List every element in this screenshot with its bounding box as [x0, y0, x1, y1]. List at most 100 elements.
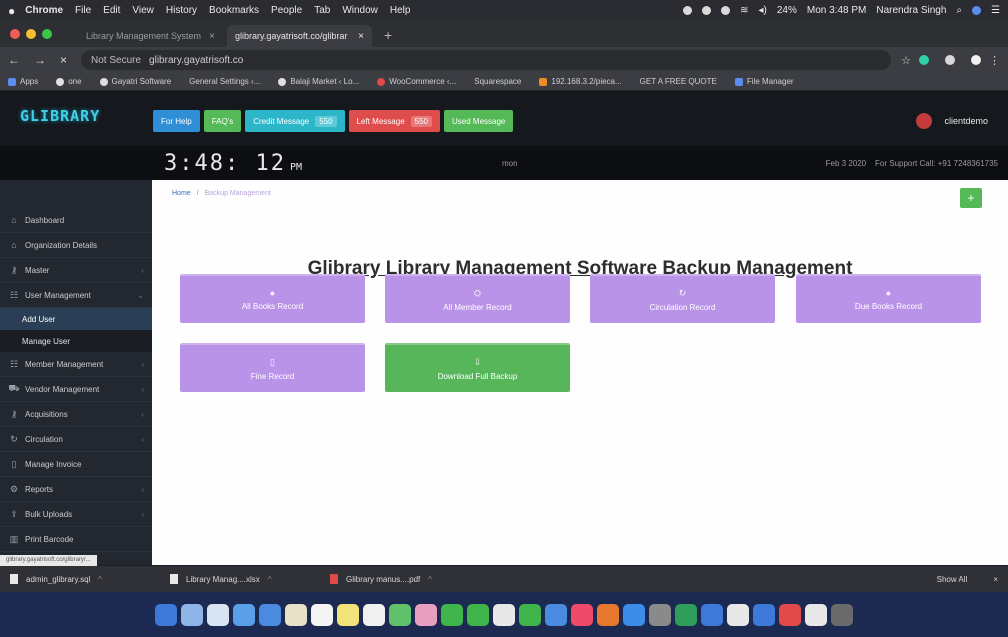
- trash-icon[interactable]: [831, 603, 853, 626]
- chevron-up-icon[interactable]: ^: [268, 575, 272, 584]
- siri-icon[interactable]: [181, 603, 203, 626]
- back-icon[interactable]: ←: [8, 53, 20, 67]
- menu-window[interactable]: Window: [342, 5, 378, 16]
- all-member-record-button[interactable]: ⛭ All Member Record: [385, 274, 570, 323]
- menu-tab[interactable]: Tab: [314, 5, 330, 16]
- contacts-icon[interactable]: [285, 603, 307, 626]
- siri-icon[interactable]: [972, 6, 982, 15]
- menu-edit[interactable]: Edit: [103, 5, 120, 16]
- sidebar-item-dashboard[interactable]: ⌂ Dashboard: [0, 208, 152, 233]
- forward-icon[interactable]: →: [34, 53, 46, 67]
- wifi-icon[interactable]: ≋: [740, 5, 748, 16]
- minimize-window-icon[interactable]: [26, 29, 36, 39]
- sidebar-item-bulk-uploads[interactable]: ⇪ Bulk Uploads ‹: [0, 502, 152, 527]
- bookmark-woocommerce[interactable]: WooCommerce ‹...: [377, 77, 456, 86]
- filezilla-icon[interactable]: [779, 603, 801, 626]
- bookmark-balaji[interactable]: Balaji Market ‹ Lo...: [278, 77, 359, 86]
- username[interactable]: clientdemo: [944, 116, 988, 126]
- calendar-icon[interactable]: [311, 603, 333, 626]
- download-item[interactable]: Library Manag....xlsx ^: [170, 574, 330, 584]
- sidebar-subitem-add-user[interactable]: Add User: [0, 308, 152, 330]
- new-tab-icon[interactable]: +: [376, 27, 400, 47]
- facetime-icon[interactable]: [467, 603, 489, 626]
- menu-bookmarks[interactable]: Bookmarks: [209, 5, 259, 16]
- sourcetree-icon[interactable]: [675, 603, 697, 626]
- due-books-record-button[interactable]: ● Due Books Record: [796, 274, 981, 323]
- volume-icon[interactable]: ◂): [759, 5, 767, 16]
- bookmark-apps[interactable]: Apps: [8, 77, 38, 86]
- sidebar-item-circulation[interactable]: ↻ Circulation ‹: [0, 427, 152, 452]
- chevron-up-icon[interactable]: ^: [98, 575, 102, 584]
- safari-icon[interactable]: [233, 603, 255, 626]
- messages-icon[interactable]: [441, 603, 463, 626]
- menu-view[interactable]: View: [132, 5, 154, 16]
- user-menu[interactable]: clientdemo: [916, 113, 988, 129]
- avatar[interactable]: [916, 113, 933, 129]
- vscode-icon[interactable]: [701, 603, 723, 626]
- notification-center-icon[interactable]: ☰: [991, 5, 1000, 16]
- url-input[interactable]: Not Secure glibrary.gayatrisoft.co: [81, 50, 892, 70]
- chevron-up-icon[interactable]: ^: [428, 575, 432, 584]
- menu-help[interactable]: Help: [390, 5, 411, 16]
- menu-history[interactable]: History: [166, 5, 197, 16]
- sidebar-subitem-manage-user[interactable]: Manage User: [0, 330, 152, 352]
- add-button[interactable]: +: [960, 188, 982, 208]
- bookmark-one[interactable]: one: [56, 77, 82, 86]
- close-icon[interactable]: ×: [209, 31, 215, 42]
- breadcrumb-home[interactable]: Home: [172, 190, 191, 197]
- extension-icon[interactable]: [945, 55, 955, 65]
- notes-icon[interactable]: [337, 603, 359, 626]
- books-icon[interactable]: [597, 603, 619, 626]
- sidebar-item-reports[interactable]: ⚙ Reports ‹: [0, 477, 152, 502]
- download-item[interactable]: Glibrary manus....pdf ^: [330, 574, 490, 584]
- help-button[interactable]: For Help: [153, 110, 200, 132]
- launchpad-icon[interactable]: [207, 603, 229, 626]
- app-store-icon[interactable]: [623, 603, 645, 626]
- tab-glibrary[interactable]: glibrary.gayatrisoft.co/glibrar ×: [227, 25, 372, 47]
- apple-icon[interactable]: ●: [8, 4, 15, 18]
- status-icon[interactable]: [683, 6, 693, 15]
- stop-icon[interactable]: ×: [60, 53, 67, 67]
- credit-message-button[interactable]: Credit Message 550: [245, 110, 345, 132]
- menu-user[interactable]: Narendra Singh: [876, 5, 946, 16]
- app-logo[interactable]: GLIBRARY: [20, 101, 100, 131]
- sidebar-item-member-management[interactable]: ☷ Member Management ‹: [0, 352, 152, 377]
- download-item[interactable]: admin_glibrary.sql ^: [10, 574, 170, 584]
- maps-icon[interactable]: [389, 603, 411, 626]
- menu-dots-icon[interactable]: ⋮: [989, 54, 1000, 67]
- bookmark-local-ip[interactable]: 192.168.3.2/pieca...: [539, 77, 622, 86]
- battery-percent[interactable]: 24%: [777, 5, 797, 16]
- mail-icon[interactable]: [259, 603, 281, 626]
- photos-icon[interactable]: [415, 603, 437, 626]
- menu-clock[interactable]: Mon 3:48 PM: [807, 5, 866, 16]
- all-books-record-button[interactable]: ● All Books Record: [180, 274, 365, 323]
- bookmark-general-settings[interactable]: General Settings ‹...: [189, 77, 260, 86]
- menu-people[interactable]: People: [271, 5, 302, 16]
- profile-avatar[interactable]: [971, 55, 981, 65]
- fine-record-button[interactable]: ▯ Fine Record: [180, 343, 365, 392]
- star-icon[interactable]: ☆: [901, 54, 911, 67]
- close-icon[interactable]: ×: [993, 575, 998, 584]
- preview-icon[interactable]: [805, 603, 827, 626]
- extension-icon[interactable]: [919, 55, 929, 65]
- sidebar-item-manage-invoice[interactable]: ▯ Manage Invoice: [0, 452, 152, 477]
- skype-icon[interactable]: [753, 603, 775, 626]
- reminders-icon[interactable]: [363, 603, 385, 626]
- bookmark-squarespace[interactable]: Squarespace: [474, 77, 521, 86]
- sidebar-item-print-barcode[interactable]: ▥ Print Barcode: [0, 527, 152, 552]
- spotlight-icon[interactable]: ⌕: [956, 5, 962, 16]
- used-message-button[interactable]: Used Message: [444, 110, 514, 132]
- bookmark-quote[interactable]: GET A FREE QUOTE: [640, 77, 717, 86]
- tab-library-management[interactable]: Library Management System ×: [78, 25, 223, 47]
- keynote-icon[interactable]: [545, 603, 567, 626]
- circulation-record-button[interactable]: ↻ Circulation Record: [590, 274, 775, 323]
- bookmark-gayatri[interactable]: Gayatri Software: [99, 77, 171, 86]
- left-message-button[interactable]: Left Message 550: [348, 110, 440, 132]
- menu-file[interactable]: File: [75, 5, 91, 16]
- pages-icon[interactable]: [493, 603, 515, 626]
- not-secure-label[interactable]: Not Secure: [91, 55, 141, 66]
- sidebar-item-acquisitions[interactable]: ⚷ Acquisitions ‹: [0, 402, 152, 427]
- faq-button[interactable]: FAQ's: [203, 110, 242, 132]
- system-preferences-icon[interactable]: [649, 603, 671, 626]
- download-full-backup-button[interactable]: ⇩ Download Full Backup: [385, 343, 570, 392]
